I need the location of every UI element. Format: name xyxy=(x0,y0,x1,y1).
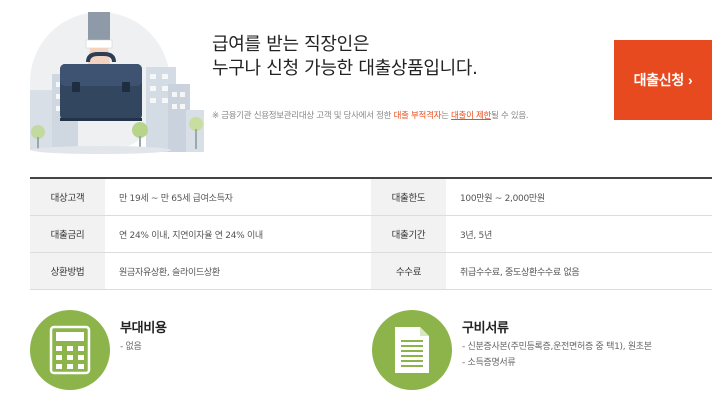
value-loan-period: 3년, 5년 xyxy=(460,230,492,241)
chevron-right-icon: › xyxy=(687,72,693,88)
label-loan-period: 대출기간 xyxy=(371,216,446,252)
notice-mid: 는 xyxy=(441,111,452,121)
label-loan-limit: 대출한도 xyxy=(371,179,446,215)
briefcase-illustration xyxy=(30,12,204,154)
cost-title: 부대비용 xyxy=(120,321,167,336)
apply-loan-label: 대출신청 xyxy=(633,72,685,88)
docs-line-1: - 신분증사본(주민등록증,운전면허증 중 택1), 원초본 xyxy=(462,342,652,352)
table-row: 대출금리 연 24% 이내, 지연이자율 연 24% 이내 대출기간 3년, 5… xyxy=(30,216,712,253)
value-interest-rate: 연 24% 이내, 지연이자율 연 24% 이내 xyxy=(119,230,263,241)
notice-ineligible: 대출 부적격자 xyxy=(393,111,442,121)
value-fee: 취급수수료, 중도상환수수료 없음 xyxy=(460,267,580,278)
table-row: 상환방법 원금자유상환, 슬라이드상환 수수료 취급수수료, 중도상환수수료 없… xyxy=(30,253,712,290)
additional-cost-section: 부대비용 - 없음 xyxy=(30,305,360,400)
cost-line-1: - 없음 xyxy=(120,342,142,352)
apply-loan-button[interactable]: 대출신청 › xyxy=(614,40,712,120)
value-repayment: 원금자유상환, 슬라이드상환 xyxy=(119,267,220,278)
label-interest-rate: 대출금리 xyxy=(30,216,105,252)
label-repayment: 상환방법 xyxy=(30,253,105,289)
table-row: 대상고객 만 19세 ~ 만 65세 급여소득자 대출한도 100만원 ~ 2,… xyxy=(30,179,712,216)
value-loan-limit: 100만원 ~ 2,000만원 xyxy=(460,193,545,204)
headline-line-2: 누구나 신청 가능한 대출상품입니다. xyxy=(212,58,478,79)
hero-banner: 급여를 받는 직장인은 누구나 신청 가능한 대출상품입니다. ※ 금융기관 신… xyxy=(0,0,720,160)
notice-prefix: ※ 금융기관 신용정보관리대상 고객 및 당사에서 정한 xyxy=(212,111,394,121)
document-icon xyxy=(372,310,452,390)
notice-suffix: 될 수 있음. xyxy=(491,111,529,121)
docs-line-2: - 소득증명서류 xyxy=(462,358,516,368)
label-target-customer: 대상고객 xyxy=(30,179,105,215)
headline: 급여를 받는 직장인은 누구나 신청 가능한 대출상품입니다. xyxy=(212,33,602,81)
docs-title: 구비서류 xyxy=(462,321,509,336)
value-target-customer: 만 19세 ~ 만 65세 급여소득자 xyxy=(119,193,233,204)
required-documents-section: 구비서류 - 신분증사본(주민등록증,운전면허증 중 택1), 원초본 - 소득… xyxy=(372,305,712,400)
loan-info-table: 대상고객 만 19세 ~ 만 65세 급여소득자 대출한도 100만원 ~ 2,… xyxy=(30,177,712,290)
eligibility-notice: ※ 금융기관 신용정보관리대상 고객 및 당사에서 정한 대출 부적격자는 대출… xyxy=(212,109,529,121)
notice-restricted: 대출이 제한 xyxy=(451,111,492,121)
calculator-icon xyxy=(30,310,110,390)
headline-line-1: 급여를 받는 직장인은 xyxy=(212,34,370,55)
label-fee: 수수료 xyxy=(371,253,446,289)
